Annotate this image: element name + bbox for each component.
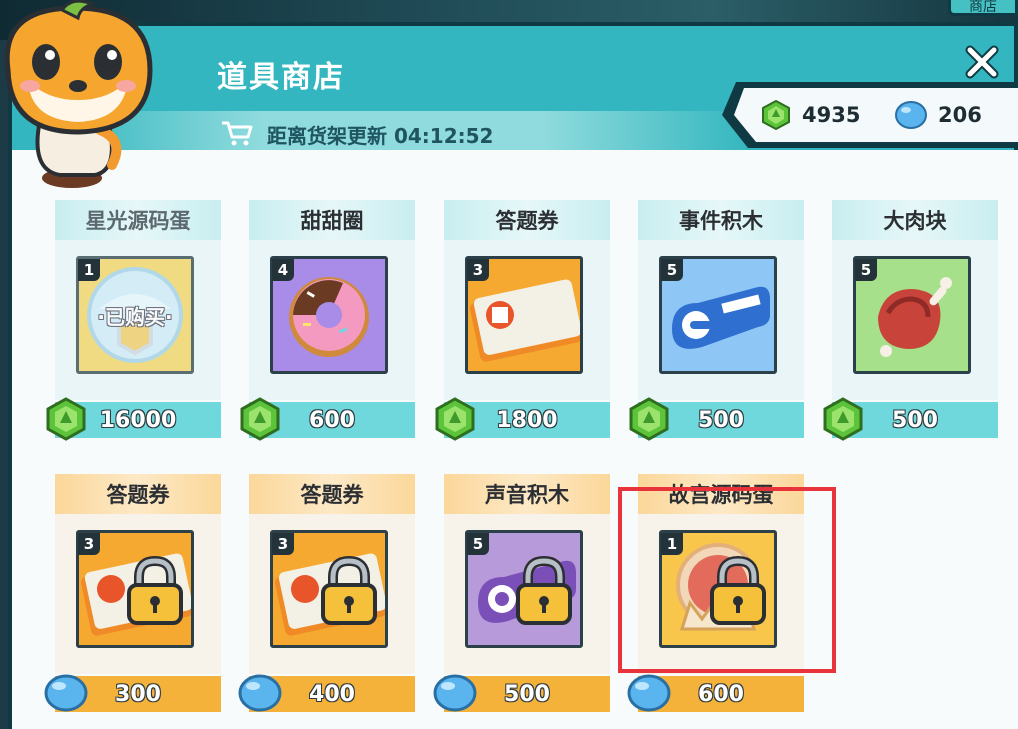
close-icon [965, 45, 999, 79]
item-quantity: 1 [661, 533, 683, 555]
shop-item-card[interactable]: 故宫源码蛋 1 600 [627, 474, 804, 714]
green-gem-icon [46, 397, 86, 441]
item-name: 答题券 [444, 200, 610, 240]
green-gem-icon [629, 397, 669, 441]
blue-gem-icon [44, 674, 88, 712]
blue-gem-icon [433, 674, 477, 712]
item-quantity: 1 [78, 259, 100, 281]
green-gem-balance: 4935 [760, 96, 860, 134]
item-name: 答题券 [55, 474, 221, 514]
item-name: 事件积木 [638, 200, 804, 240]
page-title: 道具商店 [217, 60, 345, 95]
item-name: 声音积木 [444, 474, 610, 514]
shop-item-card[interactable]: 星光源码蛋 ·已购买· 1 16000 [46, 200, 221, 441]
item-quantity: 3 [272, 533, 294, 555]
blue-gem-icon [895, 101, 927, 129]
blue-gem-value: 206 [938, 103, 982, 127]
lock-icon [321, 555, 377, 625]
lock-icon [516, 555, 572, 625]
blue-gem-balance: 206 [894, 96, 982, 134]
green-gem-icon [435, 397, 475, 441]
blue-gem-icon [627, 674, 671, 712]
shop-item-card[interactable]: 甜甜圈 4 600 [240, 200, 415, 441]
green-gem-icon [762, 99, 790, 131]
green-gem-icon [823, 397, 863, 441]
close-button[interactable] [960, 40, 1004, 84]
shop-item-card[interactable]: 答题券 3 1800 [435, 200, 610, 441]
shop-item-card[interactable]: 声音积木 5 500 [433, 474, 610, 714]
shop-item-card[interactable]: 事件积木 5 500 [629, 200, 804, 441]
item-quantity: 3 [467, 259, 489, 281]
item-name: 甜甜圈 [249, 200, 415, 240]
item-name: 故宫源码蛋 [638, 474, 804, 514]
lock-icon [710, 555, 766, 625]
fox-mascot-icon [4, 0, 153, 188]
shopping-cart-icon [222, 121, 253, 146]
blue-gem-icon [238, 674, 282, 712]
item-name: 答题券 [249, 474, 415, 514]
green-gem-icon [240, 397, 280, 441]
shop-item-card[interactable]: 答题券 3 300 [44, 474, 221, 714]
shop-tab[interactable]: 商店 [948, 0, 1018, 16]
lock-icon [127, 555, 183, 625]
shop-item-card[interactable]: 答题券 3 400 [238, 474, 415, 714]
item-quantity: 4 [272, 259, 294, 281]
item-quantity: 5 [467, 533, 489, 555]
purchased-label: ·已购买· [97, 305, 173, 329]
refresh-countdown: 距离货架更新 04:12:52 [267, 124, 494, 148]
item-name: 星光源码蛋 [55, 200, 221, 240]
green-gem-value: 4935 [802, 103, 861, 127]
item-quantity: 3 [78, 533, 100, 555]
item-quantity: 5 [855, 259, 877, 281]
shop-item-card[interactable]: 大肉块 5 500 [823, 200, 998, 441]
item-name: 大肉块 [832, 200, 998, 240]
item-quantity: 5 [661, 259, 683, 281]
